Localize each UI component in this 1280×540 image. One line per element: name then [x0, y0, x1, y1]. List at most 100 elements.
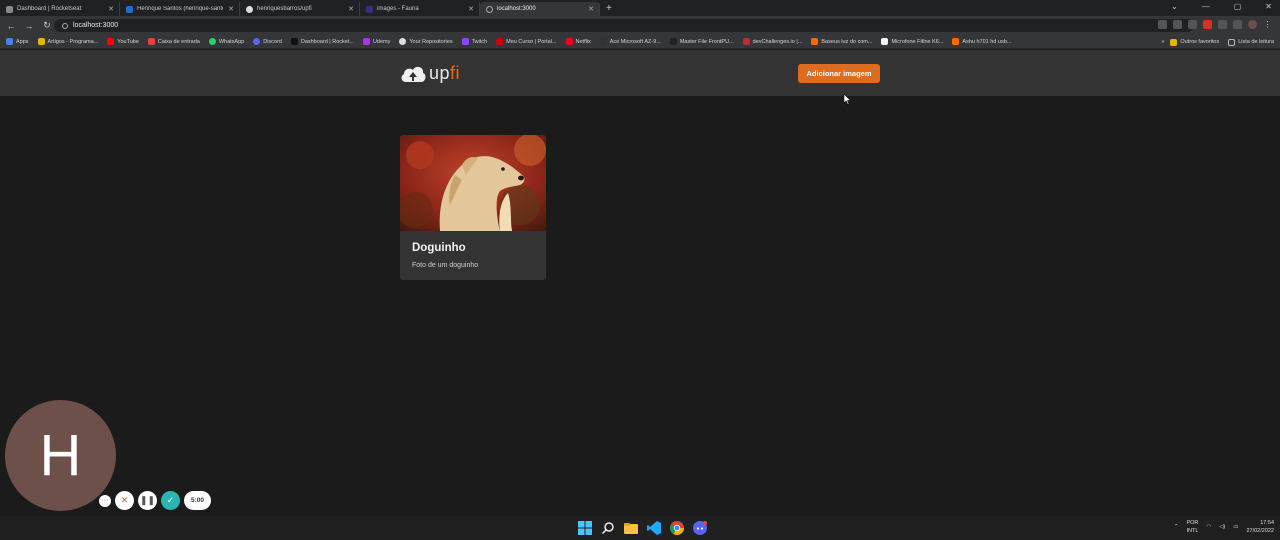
bookmark-item[interactable]: WhatsApp — [208, 38, 244, 45]
bookmark-item[interactable]: Ace Microsoft AZ-9... — [599, 38, 661, 45]
close-tab-icon[interactable]: ✕ — [108, 5, 114, 13]
puzzle-icon[interactable] — [1218, 20, 1227, 29]
windows-start-icon[interactable] — [578, 521, 592, 535]
discord-icon — [253, 38, 261, 45]
page-content: upfi Adicionar imagem Doguinho Foto de u… — [0, 50, 1280, 516]
card-description: Foto de um doguinho — [412, 262, 479, 269]
youtube-icon — [107, 38, 115, 45]
rocketseat-icon — [6, 5, 13, 13]
profile-icon — [126, 5, 133, 13]
media-icon[interactable] — [1233, 20, 1242, 29]
chevron-up-icon[interactable]: ⌃ — [1174, 524, 1179, 530]
discord-icon[interactable] — [693, 521, 707, 535]
share-icon[interactable] — [1173, 20, 1182, 29]
cloud-upload-icon — [401, 66, 426, 82]
minimize-icon[interactable]: — — [1202, 2, 1210, 11]
bookmark-item[interactable]: Meu Curso | Portal... — [496, 38, 557, 45]
keyboard-language[interactable]: POR INTL — [1186, 519, 1198, 535]
extension-icon[interactable] — [1203, 20, 1212, 29]
wifi-icon[interactable]: ◠ — [1206, 524, 1211, 530]
finish-recording-icon[interactable]: ✓ — [161, 491, 180, 510]
close-tab-icon[interactable]: ✕ — [588, 5, 594, 13]
udemy-icon — [362, 38, 370, 45]
bookmark-item[interactable]: Udemy — [362, 38, 390, 45]
system-clock[interactable]: 17:54 27/02/2022 — [1246, 519, 1274, 535]
browser-tab[interactable]: Henrique Santos (henrique-santos) ✕ — [120, 2, 240, 16]
maximize-icon[interactable]: ▢ — [1234, 2, 1242, 11]
browser-tab[interactable]: Dashboard | Rocketseat ✕ — [0, 2, 120, 16]
github-icon — [246, 5, 253, 13]
url-input[interactable]: localhost:3000 — [54, 19, 1194, 32]
extension-icon[interactable] — [1158, 20, 1167, 29]
volume-icon[interactable]: ◁) — [1219, 524, 1225, 530]
mouse-cursor-icon — [844, 94, 852, 105]
fauna-icon — [366, 5, 373, 13]
bookmark-item[interactable]: Master File FrontPU... — [669, 38, 734, 45]
bookmark-item[interactable]: Microfone Fifine K6... — [881, 38, 943, 45]
bookmark-item[interactable]: Ashu h701 hd usb... — [952, 38, 1011, 45]
image-card[interactable]: Doguinho Foto de um doguinho — [400, 135, 546, 280]
browser-tab[interactable]: images - Fauna ✕ — [360, 2, 480, 16]
gmail-icon — [147, 38, 155, 45]
bookmark-item[interactable]: YouTube — [107, 38, 139, 45]
close-window-icon[interactable]: ✕ — [1265, 2, 1272, 11]
github-icon — [399, 38, 407, 45]
other-bookmarks[interactable]: Outros favoritos — [1170, 38, 1219, 46]
site-info-icon[interactable] — [62, 22, 68, 29]
bookmark-item[interactable]: Netflix — [565, 38, 591, 45]
browser-tab-active[interactable]: localhost:3000 ✕ — [480, 2, 600, 16]
bookmarks-bar: Apps Artigos - Programa... YouTube Caixa… — [0, 35, 1280, 49]
card-title: Doguinho — [412, 242, 466, 254]
netflix-icon — [565, 38, 573, 45]
recorder-controls: ··· ✕ ❚❚ ✓ 5:00 — [99, 491, 211, 510]
reload-icon[interactable]: ↻ — [40, 20, 54, 31]
page-icon — [669, 38, 677, 45]
bookmark-overflow-icon[interactable]: » — [1161, 39, 1164, 45]
bookmark-item[interactable]: Twitch — [461, 38, 487, 45]
apps-icon — [6, 38, 13, 45]
rocketseat-icon — [290, 38, 298, 45]
forward-icon[interactable]: → — [22, 21, 36, 31]
extensions-area: ⋮ — [1158, 20, 1272, 29]
bookmark-item[interactable]: Caixa de entrada — [147, 38, 200, 45]
browser-tab[interactable]: henriquesbarros/upfi ✕ — [240, 2, 360, 16]
bookmark-item[interactable]: Apps — [6, 38, 29, 45]
system-tray: ⌃ POR INTL ◠ ◁) ▭ 17:54 27/02/2022 — [1174, 519, 1274, 535]
close-tab-icon[interactable]: ✕ — [228, 5, 234, 13]
chrome-icon[interactable] — [669, 521, 684, 535]
upfi-logo[interactable]: upfi — [400, 63, 460, 84]
battery-icon[interactable]: ▭ — [1233, 524, 1238, 530]
bookmark-item[interactable]: Dashboard | Rocket... — [290, 38, 354, 45]
bookmark-item[interactable]: Artigos - Programa... — [37, 38, 98, 45]
card-image[interactable] — [400, 135, 546, 231]
more-options-icon[interactable]: ··· — [99, 494, 111, 507]
bookmark-item[interactable]: Baseus luz do com... — [811, 38, 872, 45]
bookmark-item[interactable]: Discord — [253, 38, 282, 45]
twitch-icon — [461, 38, 469, 45]
app-header: upfi Adicionar imagem — [0, 50, 1280, 96]
reading-list[interactable]: Lista de leitura — [1228, 38, 1274, 46]
window-controls: ⌄ — ▢ ✕ — [1171, 2, 1272, 11]
logo-text: upfi — [429, 63, 461, 83]
close-tab-icon[interactable]: ✕ — [468, 5, 474, 13]
new-tab-button[interactable]: + — [606, 2, 612, 16]
tab-search-icon[interactable]: ⌄ — [1171, 2, 1178, 11]
browser-tab-bar: Dashboard | Rocketseat ✕ Henrique Santos … — [0, 0, 1280, 16]
search-icon[interactable] — [601, 521, 615, 535]
bookmark-item[interactable]: Your Repositories — [399, 38, 453, 45]
close-tab-icon[interactable]: ✕ — [348, 5, 354, 13]
back-icon[interactable]: ← — [4, 21, 18, 31]
folder-icon — [1170, 38, 1178, 46]
address-bar-row: ← → ↻ localhost:3000 ⋮ — [0, 16, 1280, 35]
bookmark-item[interactable]: devChallenges.io |... — [742, 38, 802, 45]
store-icon — [881, 38, 889, 45]
code-icon — [742, 38, 750, 45]
profile-avatar-icon[interactable] — [1248, 20, 1257, 29]
menu-icon[interactable]: ⋮ — [1263, 20, 1272, 29]
star-icon[interactable] — [1188, 20, 1197, 29]
pause-icon[interactable]: ❚❚ — [138, 491, 157, 510]
add-image-button[interactable]: Adicionar imagem — [798, 64, 880, 83]
file-explorer-icon[interactable] — [624, 521, 638, 535]
cancel-recording-icon[interactable]: ✕ — [115, 491, 134, 510]
vscode-icon[interactable] — [647, 521, 661, 535]
